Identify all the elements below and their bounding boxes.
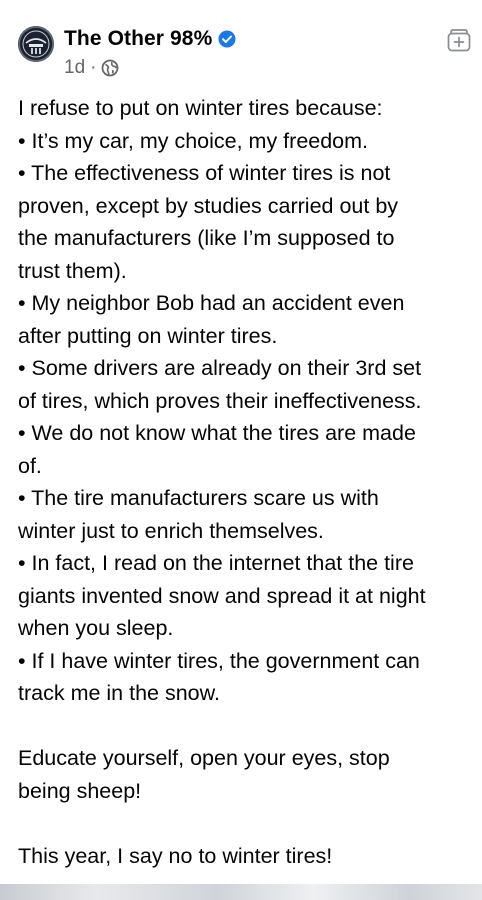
post-text-line: winter just to enrich themselves. [18,518,324,543]
post-text-line: of. [18,453,42,478]
post-text-line: when you sleep. [18,616,174,640]
post-text-line: • My neighbor Bob had an accident even [18,291,405,315]
post-text-line: being sheep! [18,778,142,803]
post-text-line: the manufacturers (like I’m supposed to [18,226,395,250]
post-text-line: of tires, which proves their ineffective… [18,388,422,413]
page-name-link[interactable]: The Other 98% [64,27,212,51]
verified-badge-icon [218,30,236,48]
post-text-line: • In fact, I read on the internet that t… [18,551,414,575]
page-avatar-logo [20,28,52,60]
post-text-line: • The effectiveness of winter tires is n… [18,161,391,185]
post-text-line: after putting on winter tires. [18,323,278,348]
post-text-line: I refuse to put on winter tires because: [18,96,383,120]
post-text-line: proven, except by studies carried out by [18,193,399,218]
post-text-line: trust them). [18,258,127,283]
post-text-line: This year, I say no to winter tires! [18,843,333,868]
post-text-line: track me in the snow. [18,681,220,705]
background-strip [0,884,482,900]
bookmark-add-icon [447,29,471,52]
page-name-row: The Other 98% [64,24,236,54]
post-header: The Other 98% 1d · [0,0,482,90]
globe-icon[interactable] [101,59,119,77]
post-text-line: • Some drivers are already on their 3rd … [18,356,422,380]
post-text-line: giants invented snow and spread it at ni… [18,583,426,608]
post-text-line: • It’s my car, my choice, my freedom. [18,128,369,153]
page-avatar[interactable] [18,26,54,62]
post-text-line: • We do not know what the tires are made [18,421,416,445]
post-meta: 1d · [64,56,119,80]
post-text-line: • If I have winter tires, the government… [18,648,420,673]
save-post-button[interactable] [446,27,472,53]
post-text: I refuse to put on winter tires because:… [18,92,470,872]
meta-separator: · [90,57,97,78]
facebook-post: The Other 98% 1d · I refuse to put on wi… [0,0,482,884]
post-timestamp-link[interactable]: 1d [64,57,85,79]
post-text-line: • The tire manufacturers scare us with [18,486,379,510]
post-text-line: Educate yourself, open your eyes, stop [18,746,390,770]
